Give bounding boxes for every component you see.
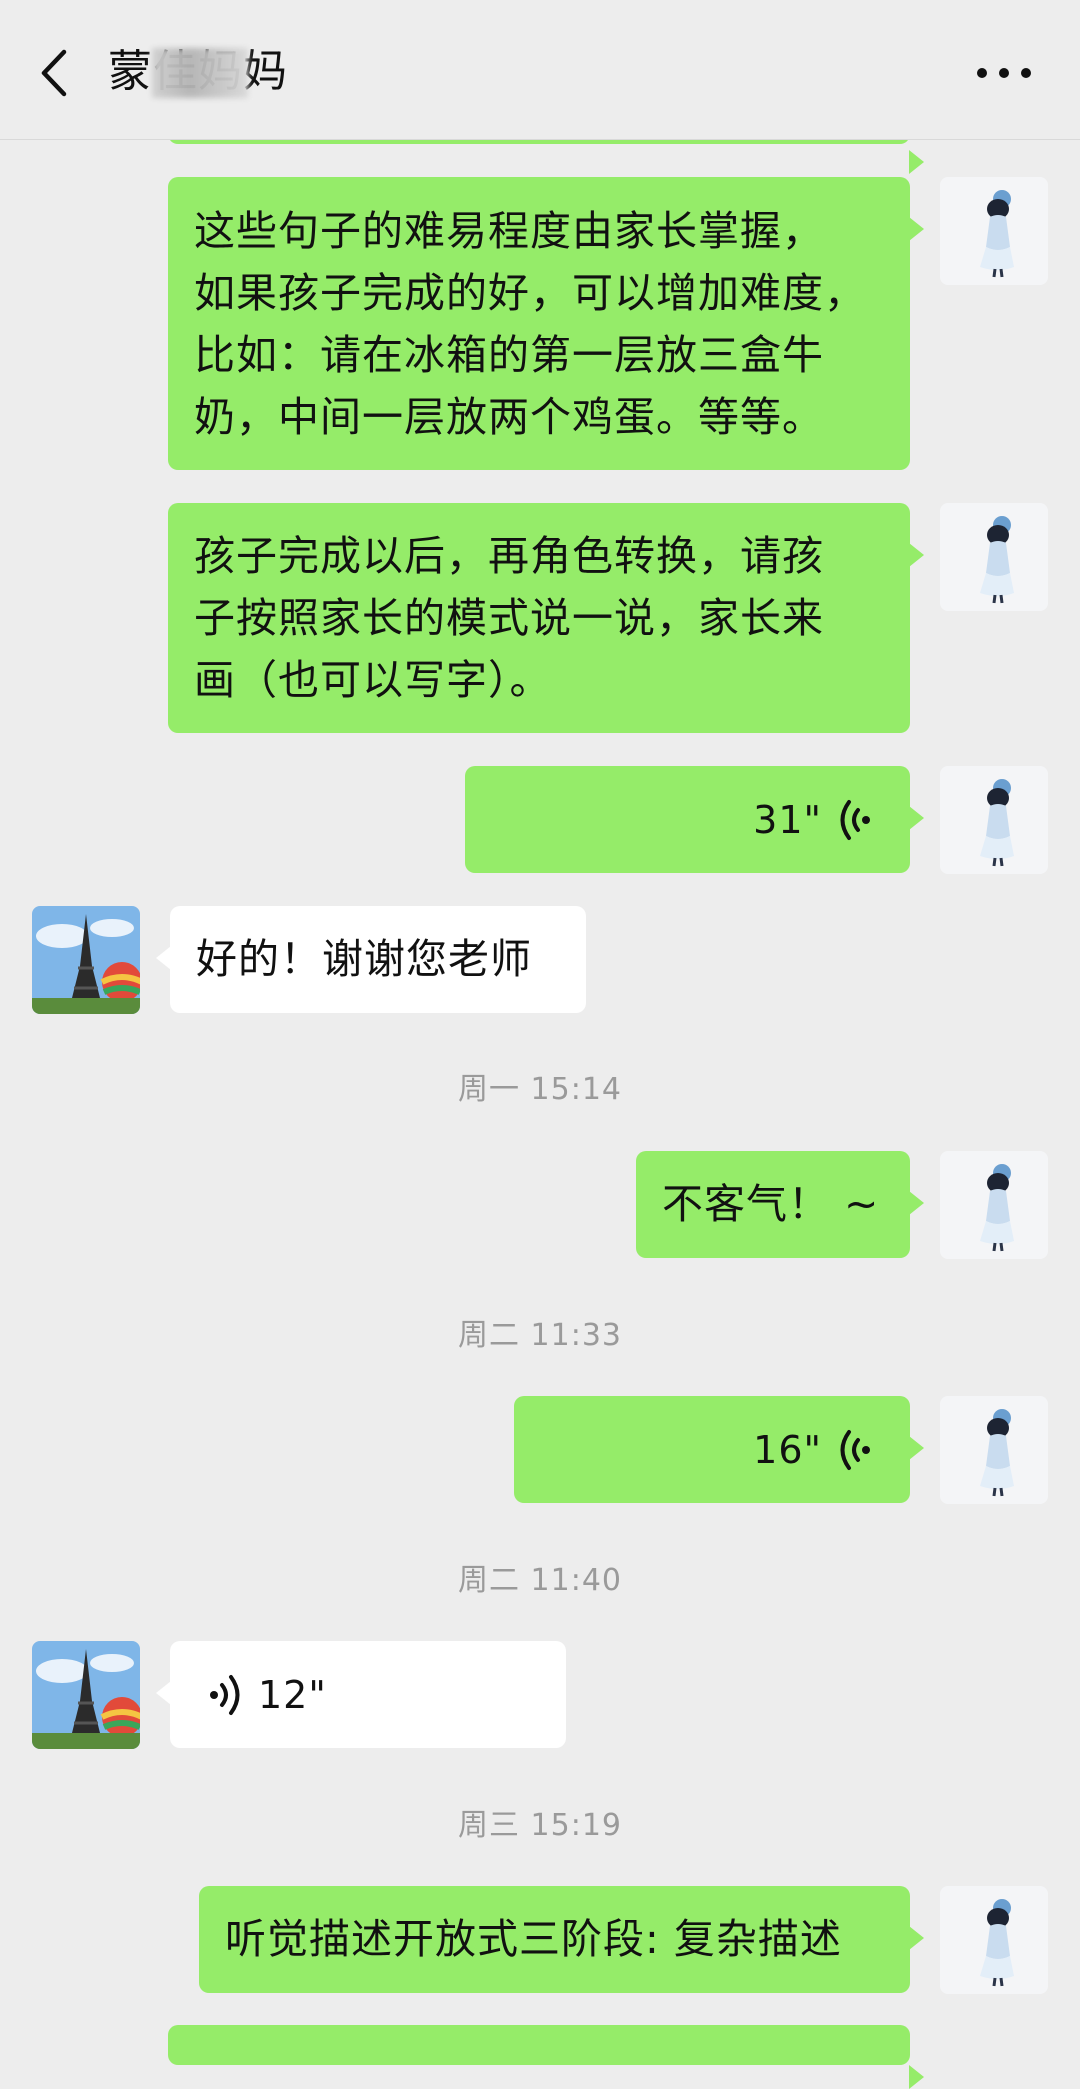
girl-avatar-image [940, 503, 1048, 611]
message-text: 好的！谢谢您老师 [196, 935, 532, 983]
my-avatar[interactable] [940, 1151, 1048, 1259]
voice-message-bubble[interactable]: 12" [156, 1641, 566, 1748]
message-bubble[interactable]: 听觉描述开放式三阶段: 复杂描述 [199, 1886, 924, 1993]
girl-avatar-image [940, 1151, 1048, 1259]
blurred-name-mask [152, 48, 248, 98]
girl-avatar-image [940, 1396, 1048, 1504]
timestamp: 周二 11:40 [458, 1563, 622, 1598]
girl-avatar-image [940, 766, 1048, 874]
eiffel-tower-avatar-image [32, 906, 140, 1014]
timestamp: 周一 15:14 [458, 1072, 622, 1107]
more-dots-icon[interactable] [974, 58, 1034, 88]
voice-wave-icon [840, 799, 870, 840]
message-bubble[interactable]: 孩子完成以后，再角色转换，请孩 子按照家长的模式说一说，家长来 画（也可以写字）… [168, 503, 924, 733]
my-avatar[interactable] [940, 1886, 1048, 1994]
message-bubble-partial[interactable] [168, 2025, 924, 2089]
chevron-left-icon[interactable] [34, 48, 74, 98]
message-bubble[interactable]: 好的！谢谢您老师 [156, 906, 586, 1013]
my-avatar[interactable] [940, 177, 1048, 285]
my-avatar[interactable] [940, 766, 1048, 874]
message-text: 不客气！ ~ [662, 1180, 880, 1228]
my-avatar[interactable] [940, 1396, 1048, 1504]
voice-message-bubble[interactable]: 16" [514, 1396, 924, 1503]
eiffel-tower-avatar-image [32, 1641, 140, 1749]
chat-header: 蒙佳妈妈 [0, 0, 1080, 140]
message-text: 孩子完成以后，再角色转换，请孩 子按照家长的模式说一说，家长来 画（也可以写字）… [194, 532, 824, 704]
girl-avatar-image [940, 177, 1048, 285]
message-bubble[interactable]: 不客气！ ~ [636, 1151, 924, 1258]
voice-duration: 16" [753, 1427, 822, 1472]
timestamp: 周三 15:19 [458, 1808, 622, 1843]
contact-avatar[interactable] [32, 1641, 140, 1749]
contact-avatar[interactable] [32, 906, 140, 1014]
message-bubble[interactable]: 这些句子的难易程度由家长掌握， 如果孩子完成的好，可以增加难度， 比如：请在冰箱… [168, 177, 924, 470]
voice-message-bubble[interactable]: 31" [465, 766, 924, 873]
my-avatar[interactable] [940, 503, 1048, 611]
voice-duration: 12" [258, 1672, 327, 1717]
message-text: 听觉描述开放式三阶段: 复杂描述 [225, 1915, 842, 1963]
voice-wave-icon [840, 1429, 870, 1470]
voice-duration: 31" [753, 797, 822, 842]
voice-wave-icon [210, 1674, 240, 1715]
chat-area: 这些句子的难易程度由家长掌握， 如果孩子完成的好，可以增加难度， 比如：请在冰箱… [0, 0, 1080, 2089]
message-text: 这些句子的难易程度由家长掌握， 如果孩子完成的好，可以增加难度， 比如：请在冰箱… [194, 207, 866, 441]
timestamp: 周二 11:33 [458, 1318, 622, 1353]
girl-avatar-image [940, 1886, 1048, 1994]
